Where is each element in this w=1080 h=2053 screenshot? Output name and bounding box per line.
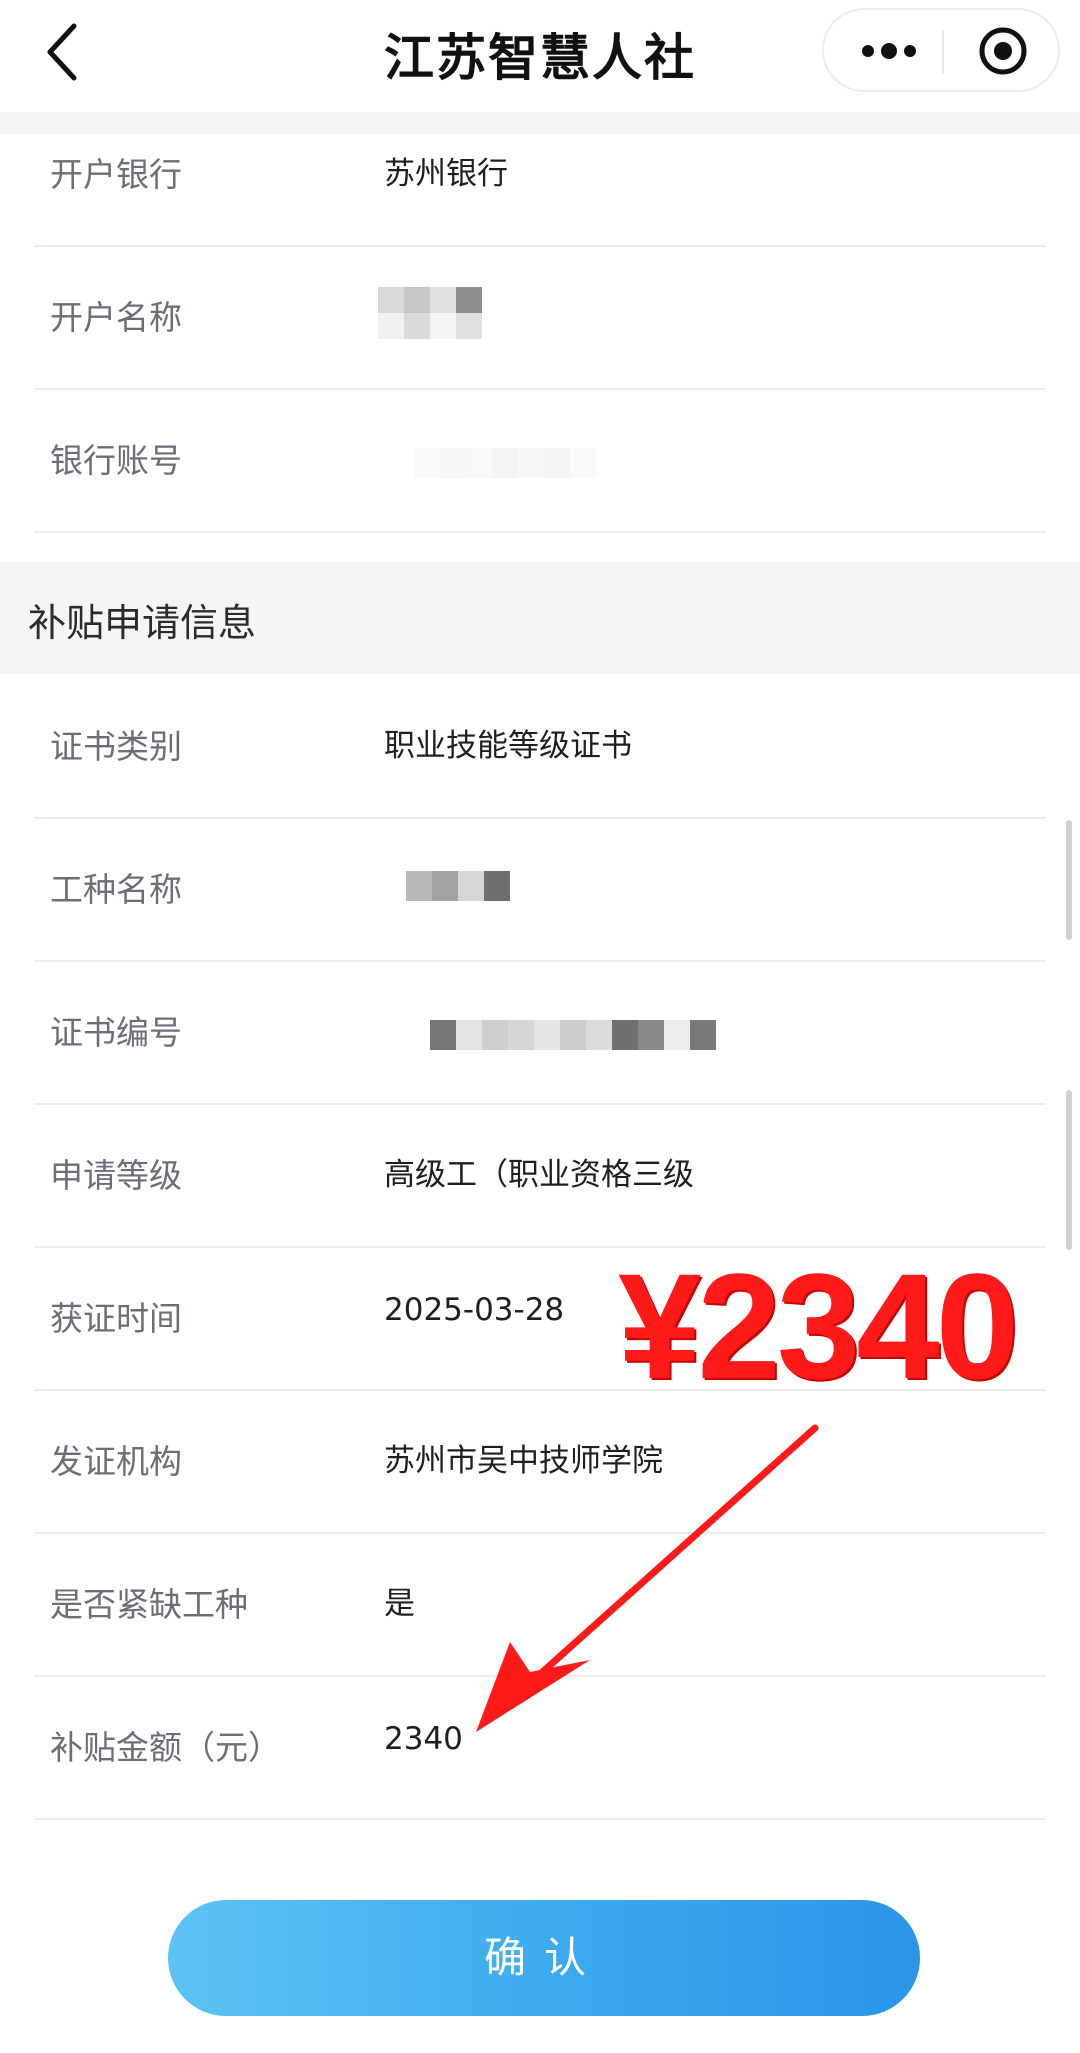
more-icon[interactable] [846,22,932,80]
row-account-name: 开户名称 [34,247,1046,390]
scrollbar[interactable] [1066,820,1072,940]
row-bank: 开户银行 苏州银行 [34,104,1046,247]
row-label: 工种名称 [50,870,182,909]
row-value: 苏州银行 [384,156,508,192]
row-value: 2340 [384,1721,463,1757]
row-label: 证书类别 [50,727,182,766]
row-application-level: 申请等级 高级工（职业资格三级 [34,1105,1046,1248]
row-certificate-type: 证书类别 职业技能等级证书 [34,676,1046,819]
row-label: 发证机构 [50,1442,182,1481]
row-label: 申请等级 [50,1156,182,1195]
red-arrow-icon [476,1424,819,1732]
row-job-type: 工种名称 [34,819,1046,962]
redacted-certificate-number [430,1020,716,1050]
row-label: 获证时间 [50,1299,182,1338]
subsidy-section-header: 补贴申请信息 [0,562,1080,674]
row-account-number: 银行账号 [34,390,1046,533]
row-value: 是 [384,1586,415,1622]
confirm-button[interactable]: 确认 [168,1900,920,2016]
row-label: 开户银行 [50,155,182,194]
account-info-list: 开户银行 苏州银行 开户名称 银行账号 [0,104,1080,533]
row-label: 开户名称 [50,298,182,337]
highlighted-amount-annotation: ¥2340 [618,1242,1019,1410]
capsule-divider [942,30,944,74]
miniprogram-capsule [822,8,1060,92]
scrollbar[interactable] [1066,1090,1072,1250]
navigation-bar: 江苏智慧人社 [0,0,1080,112]
redacted-account-name [378,287,490,339]
row-certificate-number: 证书编号 [34,962,1046,1105]
row-label: 补贴金额（元） [50,1728,281,1767]
section-title: 补贴申请信息 [28,601,257,645]
row-label: 银行账号 [50,441,182,480]
close-miniprogram-icon[interactable] [966,20,1040,82]
row-value: 2025-03-28 [384,1292,565,1328]
row-value: 职业技能等级证书 [384,728,632,764]
row-label: 证书编号 [50,1013,182,1052]
row-label: 是否紧缺工种 [50,1585,248,1624]
row-value: 高级工（职业资格三级 [384,1157,694,1193]
redacted-account-number [414,448,596,478]
redacted-job-name [406,871,510,901]
